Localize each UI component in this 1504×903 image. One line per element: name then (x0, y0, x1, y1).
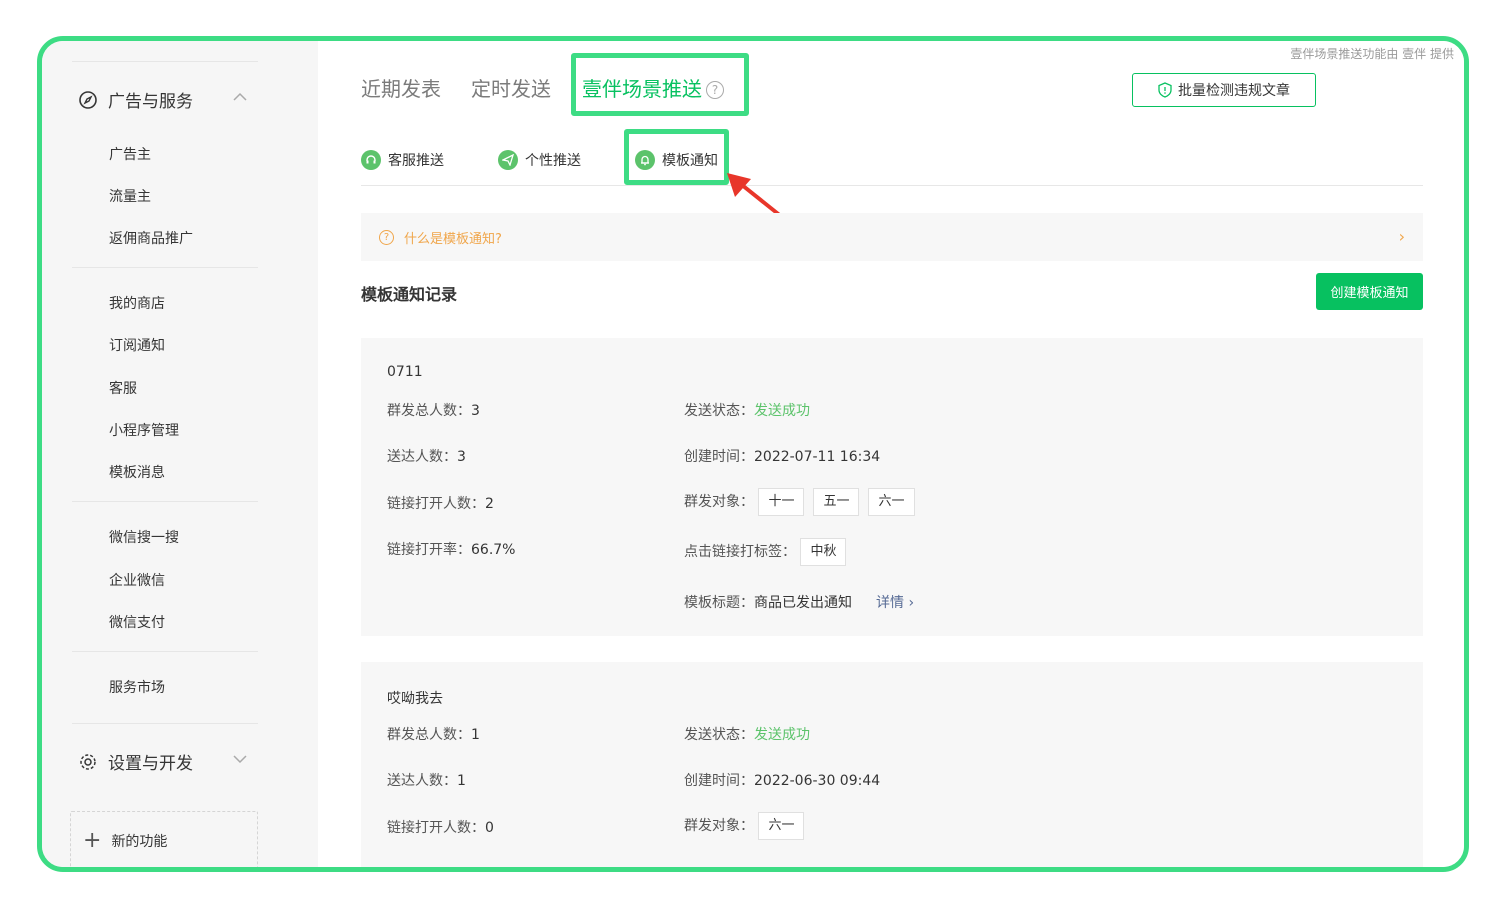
highlight-box (571, 53, 749, 116)
chevron-up-icon[interactable] (232, 89, 248, 105)
sidebar-item-my-store[interactable]: 我的商店 (109, 293, 165, 313)
status-badge: 发送成功 (754, 403, 810, 419)
compass-icon (78, 90, 98, 110)
sidebar: 广告与服务 广告主 流量主 返佣商品推广 我的商店 订阅通知 客服 小程序管理 … (42, 41, 318, 867)
subtab-customer-service-push[interactable]: 客服推送 (361, 150, 444, 170)
sidebar-section-label: 设置与开发 (108, 754, 193, 774)
sidebar-section-settings[interactable]: 设置与开发 (78, 749, 193, 774)
tab-recent-posts[interactable]: 近期发表 (361, 73, 441, 102)
shield-icon (1158, 82, 1172, 98)
record-title: 哎呦我去 (387, 691, 443, 707)
batch-check-label: 批量检测违规文章 (1178, 83, 1290, 99)
new-feature-box[interactable]: + 新的功能 (70, 811, 258, 867)
record-card: 哎呦我去 群发总人数：1 送达人数：1 链接打开人数：0 发送状态：发送成功 创… (361, 662, 1423, 867)
question-icon: ? (379, 229, 394, 245)
batch-check-button[interactable]: 批量检测违规文章 (1132, 73, 1316, 107)
sidebar-item-advertiser[interactable]: 广告主 (109, 144, 151, 164)
sidebar-divider (72, 501, 258, 502)
gear-icon (78, 752, 98, 772)
sidebar-item-service-market[interactable]: 服务市场 (109, 677, 165, 697)
screenshot-frame: 广告与服务 广告主 流量主 返佣商品推广 我的商店 订阅通知 客服 小程序管理 … (37, 36, 1469, 872)
record-opened: 链接打开人数：0 (387, 820, 494, 836)
sidebar-divider (72, 267, 258, 268)
record-targets: 群发对象： 十一 五一 六一 (684, 488, 924, 516)
record-created: 创建时间：2022-07-11 16:34 (684, 449, 881, 465)
subtabs-divider (361, 185, 1423, 186)
sidebar-divider (72, 651, 258, 652)
sidebar-item-wechat-pay[interactable]: 微信支付 (109, 612, 165, 632)
notice-text: 什么是模板通知? (404, 231, 502, 247)
target-tag: 六一 (868, 488, 915, 516)
record-delivered: 送达人数：1 (387, 773, 466, 789)
record-total: 群发总人数：3 (387, 403, 480, 419)
subtab-label: 客服推送 (388, 153, 444, 169)
sidebar-item-wechat-search[interactable]: 微信搜一搜 (109, 527, 179, 547)
record-total: 群发总人数：1 (387, 727, 480, 743)
detail-link[interactable]: 详情 › (876, 595, 914, 611)
record-status: 发送状态：发送成功 (684, 403, 810, 419)
click-tag: 中秋 (800, 538, 847, 566)
create-template-notice-button[interactable]: 创建模板通知 (1316, 273, 1423, 310)
record-targets: 群发对象： 六一 (684, 812, 813, 840)
target-tag: 五一 (813, 488, 860, 516)
sidebar-item-miniprogram[interactable]: 小程序管理 (109, 420, 179, 440)
sidebar-section-label: 广告与服务 (108, 92, 193, 112)
record-template-title: 模板标题：商品已发出通知 详情 › (684, 595, 915, 611)
credit-text: 壹伴场景推送功能由 壹伴 提供 (1290, 47, 1454, 61)
record-card: 0711 群发总人数：3 送达人数：3 链接打开人数：2 链接打开率：66.7%… (361, 338, 1423, 636)
main-content: 近期发表 定时发送 壹伴场景推送? 批量检测违规文章 客服推送 个性推送 模板通… (318, 41, 1464, 867)
plus-icon: + (83, 828, 102, 853)
record-click-tags: 点击链接打标签： 中秋 (684, 538, 855, 566)
record-opened: 链接打开人数：2 (387, 496, 494, 512)
new-feature-label: 新的功能 (111, 834, 168, 850)
target-tag: 十一 (758, 488, 805, 516)
tab-scheduled[interactable]: 定时发送 (471, 73, 551, 102)
record-delivered: 送达人数：3 (387, 449, 466, 465)
target-tag: 六一 (758, 812, 805, 840)
send-icon (498, 150, 518, 170)
record-open-rate: 链接打开率：66.7% (387, 542, 516, 558)
sidebar-item-template-message[interactable]: 模板消息 (109, 462, 165, 482)
chevron-right-icon: › (1398, 227, 1405, 246)
record-title: 0711 (387, 364, 423, 380)
sidebar-item-work-wechat[interactable]: 企业微信 (109, 570, 165, 590)
subtab-label: 个性推送 (525, 153, 581, 169)
sidebar-section-ads[interactable]: 广告与服务 (78, 87, 193, 112)
sidebar-item-traffic[interactable]: 流量主 (109, 186, 151, 206)
record-status: 发送状态：发送成功 (684, 727, 810, 743)
status-badge: 发送成功 (754, 727, 810, 743)
headset-icon (361, 150, 381, 170)
sidebar-item-subscription[interactable]: 订阅通知 (109, 335, 165, 355)
what-is-template-notice-banner[interactable]: ? 什么是模板通知? › (361, 213, 1423, 261)
sidebar-divider (72, 723, 258, 724)
record-created: 创建时间：2022-06-30 09:44 (684, 773, 881, 789)
highlight-box (624, 129, 729, 185)
section-title: 模板通知记录 (361, 285, 458, 304)
subtab-personal-push[interactable]: 个性推送 (498, 150, 581, 170)
chevron-down-icon[interactable] (232, 751, 248, 767)
sidebar-item-customer-service[interactable]: 客服 (109, 378, 137, 398)
sidebar-item-commission[interactable]: 返佣商品推广 (109, 228, 193, 248)
sidebar-divider (72, 61, 258, 62)
